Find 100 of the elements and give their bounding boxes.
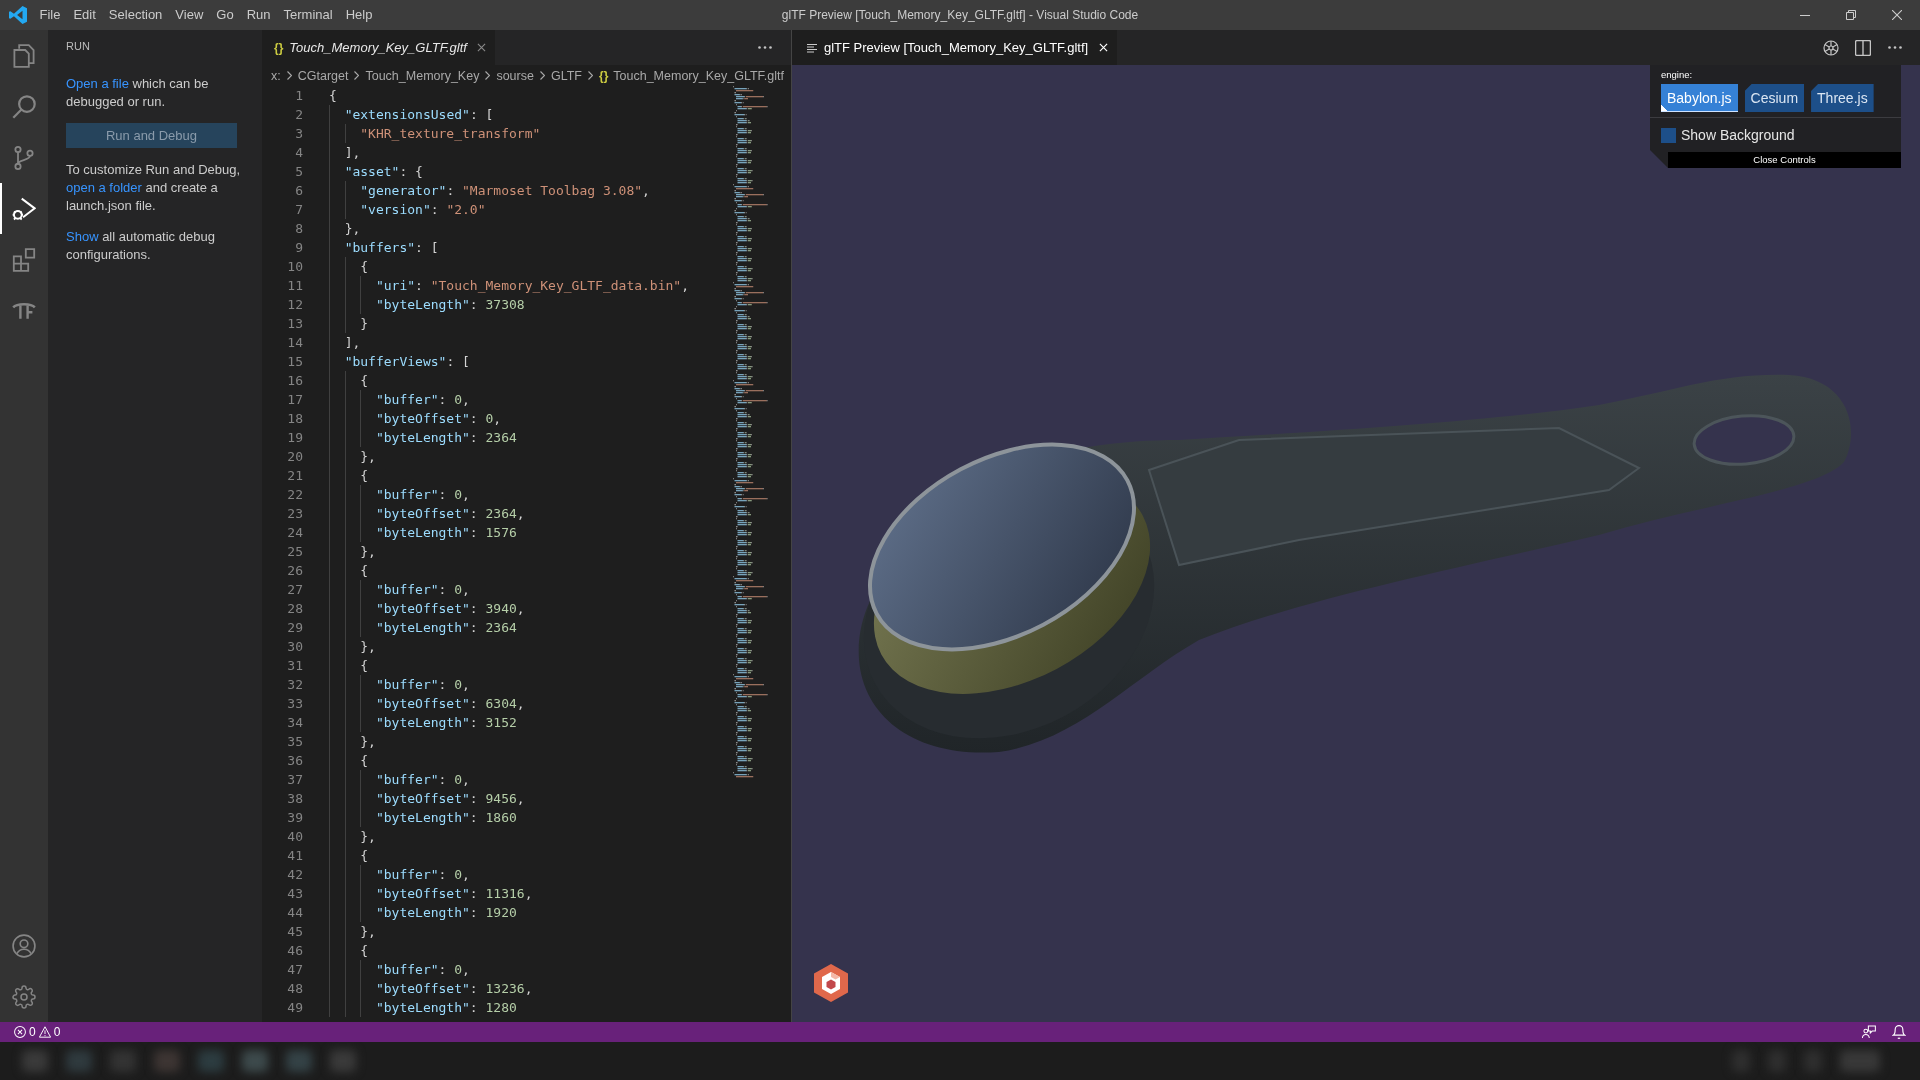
problems-button[interactable]: 0 0 [0, 1022, 67, 1042]
line-number: 13 [287, 316, 303, 331]
line-number: 36 [287, 753, 303, 768]
line-number: 11 [287, 278, 303, 293]
menu-item[interactable]: Edit [66, 0, 103, 30]
menu-item[interactable]: View [168, 0, 210, 30]
code-line: "byteLength": 1860 [375, 809, 517, 827]
engine-button[interactable]: Babylon.js [1661, 84, 1738, 112]
code-line: "buffers": [ [344, 239, 439, 257]
code-line: "uri": "Touch_Memory_Key_GLTF_data.bin", [375, 277, 689, 295]
app-logo-icon [9, 6, 27, 24]
account-icon[interactable] [12, 933, 36, 958]
code-line: "byteLength": 1280 [375, 999, 517, 1017]
line-number: 37 [287, 772, 303, 787]
menu-item[interactable]: Selection [102, 0, 169, 30]
line-number: 2 [295, 107, 303, 122]
line-number: 34 [287, 715, 303, 730]
breadcrumb-item[interactable]: CGtarget [297, 68, 349, 83]
checkbox[interactable] [1661, 127, 1676, 143]
line-number: 4 [295, 145, 303, 160]
restore-icon[interactable] [1846, 10, 1856, 20]
line-number: 12 [287, 297, 303, 312]
search-icon[interactable] [12, 94, 36, 119]
link[interactable]: Open a file [66, 76, 129, 91]
line-number: 1 [295, 88, 303, 103]
breadcrumb-item[interactable]: x: [271, 68, 281, 83]
chevron-right-icon [354, 71, 360, 80]
line-number: 33 [287, 696, 303, 711]
code-line: { [360, 847, 369, 865]
line-number: 22 [287, 487, 303, 502]
breadcrumb-item[interactable]: sourse [496, 68, 534, 83]
close-icon[interactable] [1892, 10, 1902, 20]
branch-icon[interactable] [12, 145, 36, 170]
line-number: 40 [287, 829, 303, 844]
bell-icon[interactable] [1892, 1025, 1906, 1039]
aperture-icon[interactable] [1823, 39, 1839, 56]
line-number: 38 [287, 791, 303, 806]
code-line: "buffer": 0, [375, 676, 470, 694]
engine-button[interactable]: Cesium [1744, 84, 1805, 112]
link[interactable]: Show [66, 229, 99, 244]
checkbox-label[interactable]: Show Background [1681, 127, 1795, 143]
code-line: "buffer": 0, [375, 771, 470, 789]
menu-item[interactable]: Terminal [277, 0, 340, 30]
code-line: { [360, 657, 369, 675]
code-line: "KHR_texture_transform" [360, 125, 541, 143]
line-number: 21 [287, 468, 303, 483]
line-number: 30 [287, 639, 303, 654]
line-number: 20 [287, 449, 303, 464]
run-debug-button[interactable]: Run and Debug [66, 123, 237, 148]
code-line: "asset": { [344, 163, 423, 181]
run-debug-icon[interactable] [12, 196, 36, 221]
split-editor-icon[interactable] [1855, 39, 1871, 56]
minimize-icon[interactable] [1800, 14, 1810, 16]
line-number: 29 [287, 620, 303, 635]
code-line: }, [360, 923, 376, 941]
menu-item[interactable]: Help [339, 0, 379, 30]
menu-item[interactable]: Go [209, 0, 241, 30]
preview-tab[interactable]: glTF Preview [Touch_Memory_Key_GLTF.gltf] [792, 30, 1118, 65]
line-number: 25 [287, 544, 303, 559]
code-line: "byteLength": 3152 [375, 714, 517, 732]
menu-item[interactable]: File [33, 0, 67, 30]
more-icon[interactable] [757, 46, 773, 49]
line-number: 16 [287, 373, 303, 388]
code-line: { [329, 87, 337, 105]
code-line: "byteOffset": 3940, [375, 600, 525, 618]
chevron-right-icon [587, 71, 593, 80]
code-line: { [360, 562, 369, 580]
editor-tab[interactable]: {} Touch_Memory_Key_GLTF.gltf [262, 30, 495, 65]
close-controls-button[interactable]: Close Controls [1668, 152, 1901, 168]
code-line: { [360, 372, 369, 390]
json-file-icon: {} [274, 40, 284, 55]
line-number: 24 [287, 525, 303, 540]
breadcrumb-item[interactable]: {} Touch_Memory_Key_GLTF.gltf [598, 68, 784, 83]
code-line: { [360, 942, 369, 960]
line-number: 39 [287, 810, 303, 825]
breadcrumb-item[interactable]: GLTF [550, 68, 582, 83]
settings-icon[interactable] [12, 984, 36, 1009]
line-number: 18 [287, 411, 303, 426]
breadcrumb-item[interactable]: Touch_Memory_Key [365, 68, 480, 83]
line-number: 47 [287, 962, 303, 977]
chevron-right-icon [286, 71, 292, 80]
code-line: "byteOffset": 11316, [375, 885, 533, 903]
line-number: 43 [287, 886, 303, 901]
line-number: 49 [287, 1000, 303, 1015]
code-line: }, [360, 828, 376, 846]
code-line: "byteLength": 37308 [375, 296, 525, 314]
link[interactable]: open a folder [66, 180, 142, 195]
extensions-icon[interactable] [12, 247, 36, 272]
code-line: }, [360, 543, 376, 561]
line-number: 10 [287, 259, 303, 274]
code-line: "buffer": 0, [375, 391, 470, 409]
code-line: "byteLength": 1576 [375, 524, 517, 542]
line-number: 28 [287, 601, 303, 616]
files-icon[interactable] [12, 43, 36, 68]
menu-item[interactable]: Run [240, 0, 277, 30]
engine-button[interactable]: Three.js [1811, 84, 1874, 112]
feedback-icon[interactable] [1862, 1025, 1876, 1039]
line-number: 23 [287, 506, 303, 521]
more-icon[interactable] [1887, 46, 1903, 49]
code-line: }, [344, 220, 361, 238]
